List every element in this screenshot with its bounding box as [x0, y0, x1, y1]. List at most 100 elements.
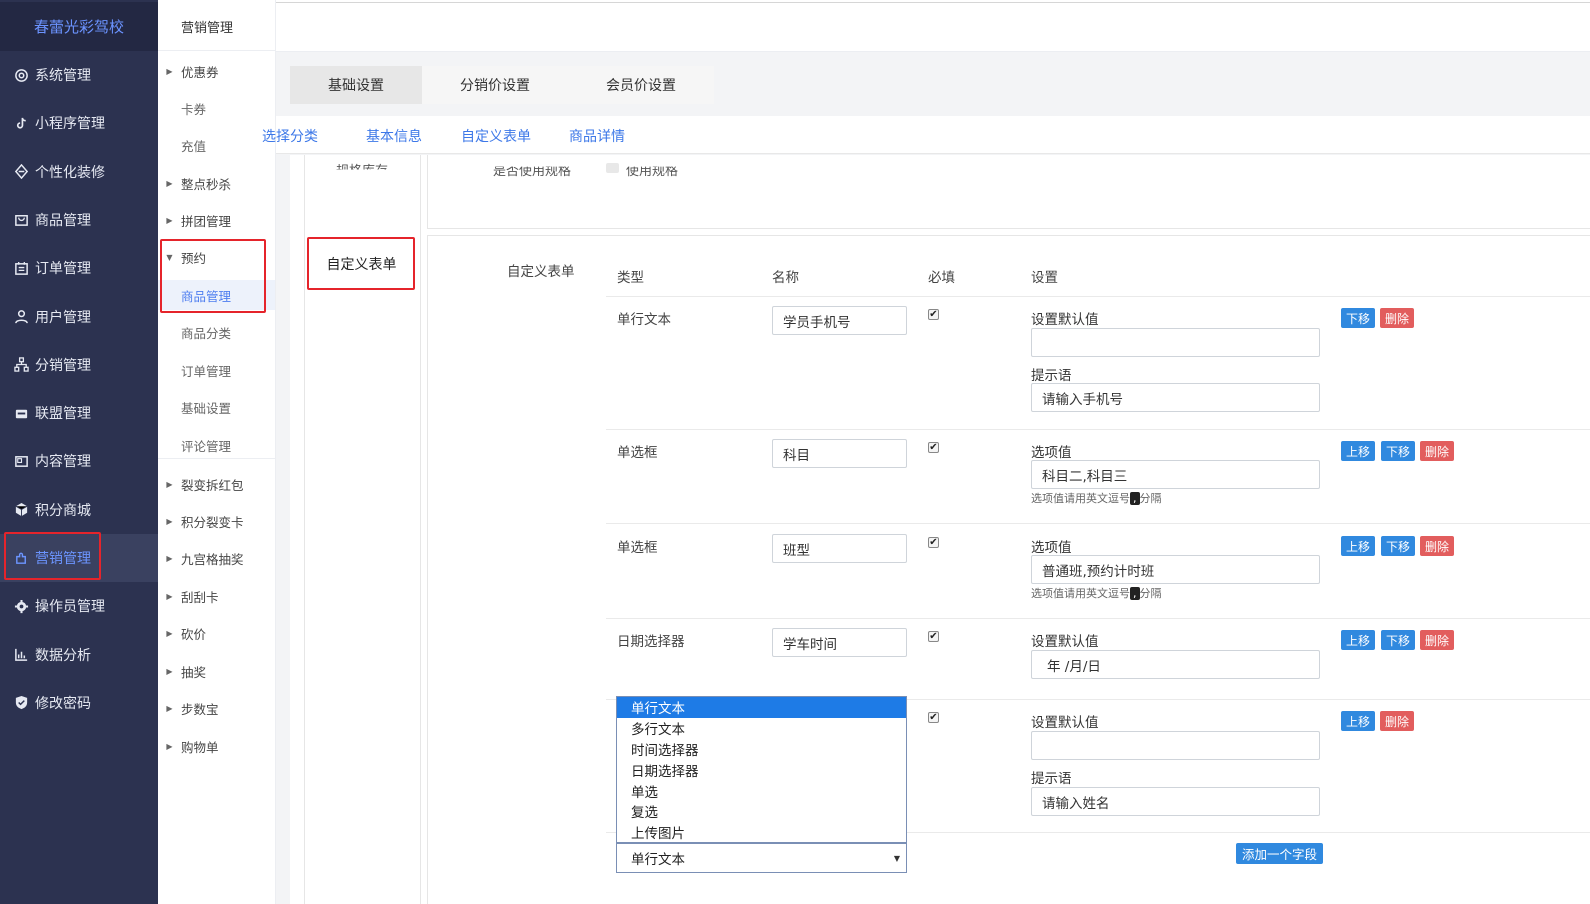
sidebar-item[interactable]: 数据分析 [0, 631, 158, 679]
tab-distribution-price[interactable]: 分销价设置 [422, 66, 568, 104]
header-name: 名称 [772, 270, 799, 286]
sidebar-item[interactable]: 积分商城 [0, 486, 158, 534]
dropdown-option[interactable]: 时间选择器 [617, 739, 906, 760]
subnav-item[interactable]: 卡券 [158, 93, 275, 123]
required-checkbox[interactable]: ✔ [928, 712, 939, 723]
field-name-input[interactable]: 学车时间 [772, 628, 907, 657]
default-value-input[interactable] [1031, 328, 1320, 357]
setting-label: 设置默认值 [1031, 715, 1099, 731]
cube-icon [13, 502, 29, 518]
sidebar-item-label: 修改密码 [35, 695, 91, 712]
subnav-item[interactable]: ▶ 整点秒杀 [158, 168, 275, 198]
required-checkbox[interactable]: ✔ [928, 631, 939, 642]
sidebar-item[interactable]: 小程序管理 [0, 99, 158, 147]
tab-custom-form[interactable]: 自定义表单 [461, 126, 531, 146]
subnav-item[interactable]: ▶ 拼团管理 [158, 205, 275, 235]
placeholder-input[interactable]: 请输入手机号 [1031, 383, 1320, 412]
subnav-item[interactable]: ▶ 优惠券 [158, 56, 275, 86]
sidebar-item[interactable]: 内容管理 [0, 437, 158, 485]
subnav-item[interactable]: 充值 [158, 130, 275, 160]
subnav-item[interactable]: ▶ 积分裂变卡 [158, 506, 275, 536]
use-spec-checkbox[interactable] [606, 163, 619, 173]
dropdown-option[interactable]: 单选 [617, 780, 906, 801]
sidebar-item[interactable]: 联盟管理 [0, 389, 158, 437]
dropdown-option[interactable]: 单行文本 [617, 697, 906, 718]
sidebar-item[interactable]: 修改密码 [0, 679, 158, 727]
date-default-input[interactable]: 年 /月/日 [1031, 650, 1320, 679]
row-type: 单选框 [617, 445, 658, 461]
subnav-item[interactable]: 商品管理 [158, 280, 275, 310]
options-input[interactable]: 科目二,科目三 [1031, 460, 1320, 489]
subnav-item[interactable]: ▶ 砍价 [158, 618, 275, 648]
subnav-item[interactable]: ▶ 购物单 [158, 731, 275, 761]
sidebar: 春蕾光彩驾校 系统管理 小程序管理 个性化装修 商品管理 订单管理 用户管理分销管理联盟管… [0, 0, 158, 904]
move-up-button[interactable]: 上移 [1341, 630, 1376, 650]
sidebar-item[interactable]: 商品管理 [0, 196, 158, 244]
tab-select-category[interactable]: 选择分类 [262, 126, 318, 146]
tab-basic-settings[interactable]: 基础设置 [290, 66, 422, 104]
subnav-item[interactable]: ▶ 刮刮卡 [158, 581, 275, 611]
field-name-input[interactable]: 科目 [772, 439, 907, 468]
sidebar-item[interactable]: 营销管理 [0, 534, 158, 582]
placeholder-input[interactable]: 请输入姓名 [1031, 787, 1320, 816]
field-name-input[interactable]: 班型 [772, 534, 907, 563]
tab-basic-info[interactable]: 基本信息 [366, 126, 422, 146]
subnav-item-label: 抽奖 [181, 664, 207, 680]
move-down-button[interactable]: 下移 [1381, 536, 1416, 556]
delete-button[interactable]: 删除 [1420, 536, 1455, 556]
sidebar-item[interactable]: 分销管理 [0, 341, 158, 389]
subnav-item[interactable]: ▶ 抽奖 [158, 656, 275, 686]
move-down-button[interactable]: 下移 [1381, 441, 1416, 461]
required-checkbox[interactable]: ✔ [928, 537, 939, 548]
dropdown-option[interactable]: 上传图片 [617, 822, 906, 843]
dropdown-option[interactable]: 多行文本 [617, 718, 906, 739]
subnav-item[interactable]: 商品分类 [158, 317, 275, 347]
delete-button[interactable]: 删除 [1420, 441, 1455, 461]
caret-right-icon: ▶ [166, 215, 173, 225]
subnav-item[interactable]: 评论管理 [158, 430, 275, 460]
subnav-item[interactable]: ▶ 步数宝 [158, 693, 275, 723]
options-input[interactable]: 普通班,预约计时班 [1031, 555, 1320, 584]
setting-label: 选项值 [1031, 445, 1072, 461]
move-up-button[interactable]: 上移 [1341, 711, 1376, 731]
required-checkbox[interactable]: ✔ [928, 442, 939, 453]
move-down-button[interactable]: 下移 [1341, 308, 1376, 328]
sidebar-item-label: 分销管理 [35, 357, 91, 374]
subnav-item-label: 积分裂变卡 [181, 514, 244, 530]
subnav-item-label: 卡券 [181, 101, 207, 117]
move-down-button[interactable]: 下移 [1381, 630, 1416, 650]
add-field-button[interactable]: 添加一个字段 [1236, 843, 1324, 864]
sidebar-item[interactable]: 操作员管理 [0, 582, 158, 630]
decoration-icon [13, 164, 29, 180]
delete-button[interactable]: 删除 [1380, 711, 1415, 731]
move-up-button[interactable]: 上移 [1341, 441, 1376, 461]
move-up-button[interactable]: 上移 [1341, 536, 1376, 556]
row-type: 单选框 [617, 540, 658, 556]
setting-label: 选项值 [1031, 540, 1072, 556]
dropdown-option[interactable]: 复选 [617, 801, 906, 822]
delete-button[interactable]: 删除 [1380, 308, 1415, 328]
sidebar-item[interactable]: 系统管理 [0, 51, 158, 99]
tab-product-detail[interactable]: 商品详情 [569, 126, 625, 146]
tab-member-price[interactable]: 会员价设置 [568, 66, 714, 104]
field-name-input[interactable]: 学员手机号 [772, 306, 907, 335]
subnav-item[interactable]: ▼ 预约 [158, 242, 275, 272]
default-value-input[interactable] [1031, 731, 1320, 760]
caret-right-icon: ▶ [166, 553, 173, 563]
sidebar-item[interactable]: 订单管理 [0, 244, 158, 292]
type-select[interactable]: 单行文本 ▼ [616, 843, 907, 873]
bag-icon [13, 212, 29, 228]
subnav-item[interactable]: 订单管理 [158, 355, 275, 385]
subnav-item[interactable]: 基础设置 [158, 392, 275, 422]
dropdown-option[interactable]: 日期选择器 [617, 759, 906, 780]
delete-button[interactable]: 删除 [1420, 630, 1455, 650]
subnav-item[interactable]: ▶ 九宫格抽奖 [158, 543, 275, 573]
subnav-item[interactable]: ▶ 裂变拆红包 [158, 469, 275, 499]
sidebar-item-label: 操作员管理 [35, 599, 105, 616]
required-checkbox[interactable]: ✔ [928, 309, 939, 320]
subnav-item-label: 步数宝 [181, 701, 219, 717]
sidebar-item[interactable]: 个性化装修 [0, 148, 158, 196]
brand-logo[interactable]: 春蕾光彩驾校 [0, 2, 158, 51]
sidebar-item[interactable]: 用户管理 [0, 293, 158, 341]
subnav-item-label: 订单管理 [181, 363, 232, 379]
